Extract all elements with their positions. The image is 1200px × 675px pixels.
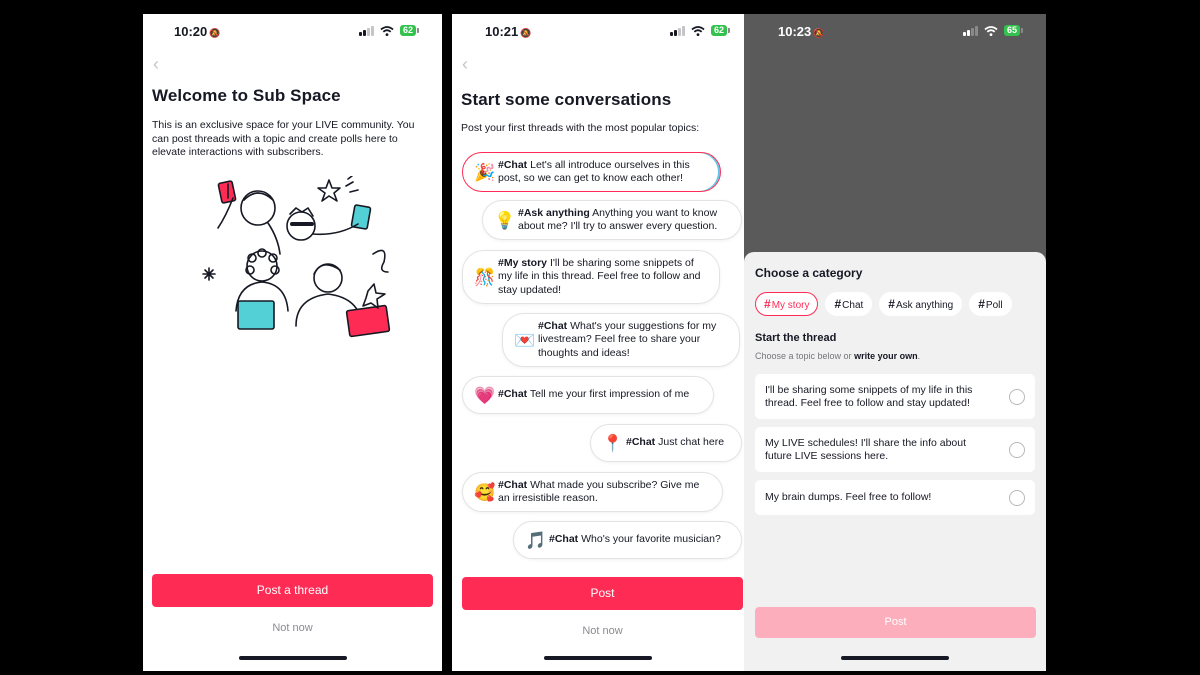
choose-category-screen: 10:23 🔕 65 Choose a category #My story #C… (744, 14, 1046, 671)
battery-icon: 62 (710, 25, 731, 36)
topic-bubble[interactable]: 💗 #Chat Tell me your first impression of… (462, 376, 714, 414)
topic-bubble[interactable]: 🎉 #Chat Let's all introduce ourselves in… (462, 152, 721, 192)
radio-button[interactable] (1009, 489, 1025, 506)
post-a-thread-button[interactable]: Post a thread (152, 574, 433, 607)
topic-tag: #Chat (626, 436, 656, 449)
back-chevron-icon[interactable]: ‹ (153, 54, 159, 75)
topic-text: Who's your favorite musician? (578, 533, 721, 546)
topic-bubble[interactable]: 🎊 #My story I'll be sharing some snippet… (462, 250, 720, 304)
not-now-link[interactable]: Not now (143, 622, 442, 634)
mute-bell-icon: 🔕 (813, 28, 825, 38)
category-sheet: Choose a category #My story #Chat #Ask a… (744, 252, 1046, 671)
pin-icon: 📍 (602, 433, 624, 453)
post-button-disabled[interactable]: Post (755, 607, 1036, 638)
chip-label: Ask anything (895, 300, 954, 311)
conversations-screen: 10:21 🔕 62 ‹ Start some conversations Pos… (452, 14, 744, 671)
hashtag-icon: # (978, 297, 985, 311)
radio-button[interactable] (1009, 388, 1025, 405)
mute-bell-icon: 🔕 (520, 28, 532, 38)
signal-icon (962, 25, 978, 36)
chip-poll[interactable]: #Poll (969, 292, 1012, 316)
welcome-screen: 10:20 🔕 62 ‹ Welcome to Sub Space This is… (143, 14, 442, 671)
chip-ask-anything[interactable]: #Ask anything (879, 292, 963, 316)
topic-bubble[interactable]: 🎵 #Chat Who's your favorite musician? (513, 521, 742, 559)
option-text: My LIVE schedules! I'll share the info a… (765, 437, 967, 462)
page-subtitle: Post your first threads with the most po… (461, 122, 700, 134)
topic-option[interactable]: My brain dumps. Feel free to follow! (755, 480, 1035, 515)
mute-bell-icon: 🔕 (209, 28, 221, 38)
chip-label: Chat (842, 300, 864, 311)
section-title: Start the thread (755, 332, 837, 344)
topic-text: Let's all introduce ourselves in this po… (498, 158, 690, 185)
topic-text: Tell me your first impression of me (527, 388, 690, 401)
write-your-own-link[interactable]: write your own (854, 351, 918, 361)
signal-icon (669, 25, 685, 36)
light-bulb-icon: 💡 (494, 210, 516, 230)
chip-label: Poll (985, 300, 1003, 311)
topic-option[interactable]: I'll be sharing some snippets of my life… (755, 374, 1035, 419)
sheet-title: Choose a category (755, 266, 863, 280)
status-time: 10:20 🔕 (174, 24, 221, 39)
topic-bubble[interactable]: 💌 #Chat What's your suggestions for my l… (502, 313, 740, 367)
option-text: I'll be sharing some snippets of my life… (765, 384, 973, 409)
status-time: 10:23 🔕 (778, 24, 825, 39)
page-title: Start some conversations (461, 90, 672, 109)
topic-bubble[interactable]: 🥰 #Chat What made you subscribe? Give me… (462, 472, 723, 512)
hashtag-icon: # (764, 297, 771, 311)
topic-option[interactable]: My LIVE schedules! I'll share the info a… (755, 427, 1035, 472)
category-chips: #My story #Chat #Ask anything #Poll (755, 292, 1012, 316)
people-celebrating-illustration (202, 176, 391, 338)
topic-tag: #Ask anything (518, 206, 590, 219)
chip-label: My story (771, 300, 810, 311)
music-note-icon: 🎵 (525, 530, 547, 550)
not-now-link[interactable]: Not now (462, 625, 743, 637)
hashtag-icon: # (888, 297, 895, 311)
topic-bubble[interactable]: 📍 #Chat Just chat here (590, 424, 742, 462)
post-button[interactable]: Post (462, 577, 743, 610)
battery-icon: 62 (399, 25, 420, 36)
wifi-icon (984, 25, 998, 36)
status-time: 10:21 🔕 (485, 24, 532, 39)
topic-tag: #Chat (498, 158, 528, 171)
status-bar: 10:20 🔕 62 (143, 24, 442, 40)
heart-icon: 💗 (474, 385, 496, 405)
topic-bubble[interactable]: 💡 #Ask anything Anything you want to kno… (482, 200, 742, 240)
wifi-icon (691, 25, 705, 36)
topic-tag: #Chat (498, 388, 528, 401)
radio-button[interactable] (1009, 441, 1025, 458)
smiling-face-hearts-icon: 🥰 (474, 482, 496, 502)
topic-text: Just chat here (655, 436, 725, 449)
home-indicator (238, 656, 347, 660)
wifi-icon (380, 25, 394, 36)
status-bar: 10:21 🔕 62 (452, 24, 744, 40)
status-bar: 10:23 🔕 65 (744, 24, 1046, 40)
page-description: This is an exclusive space for your LIVE… (152, 119, 415, 158)
hashtag-icon: # (834, 297, 842, 311)
back-chevron-icon[interactable]: ‹ (462, 54, 468, 75)
party-popper-icon: 🎉 (474, 162, 496, 182)
section-hint: Choose a topic below or write your own. (755, 351, 920, 361)
signal-icon (358, 25, 374, 36)
topic-tag: #Chat (538, 319, 568, 332)
hint-suffix: . (917, 351, 921, 361)
love-letter-icon: 💌 (514, 330, 536, 350)
home-indicator (841, 656, 949, 660)
battery-icon: 65 (1003, 25, 1024, 36)
chip-my-story[interactable]: #My story (755, 292, 819, 316)
hint-text: Choose a topic below or (755, 351, 855, 361)
topic-tag: #My story (498, 256, 548, 269)
topic-text: What made you subscribe? Give me an irre… (498, 478, 700, 505)
chip-chat[interactable]: #Chat (825, 292, 873, 316)
confetti-icon: 🎊 (474, 267, 496, 287)
page-title: Welcome to Sub Space (152, 86, 341, 105)
topic-tag: #Chat (549, 533, 579, 546)
option-text: My brain dumps. Feel free to follow! (765, 491, 932, 504)
topic-tag: #Chat (498, 478, 528, 491)
home-indicator (544, 656, 652, 660)
